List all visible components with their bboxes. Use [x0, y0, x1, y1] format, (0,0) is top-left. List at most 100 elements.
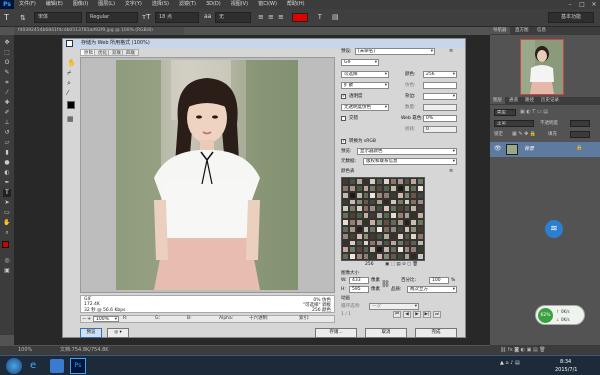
path-select-tool-icon[interactable]: ➤	[3, 199, 11, 207]
marquee-tool-icon[interactable]: ⬚	[3, 49, 11, 57]
interlaced-checkbox[interactable]	[341, 116, 346, 121]
wifi-overlay-icon[interactable]: ≋	[545, 220, 563, 238]
color-swatch[interactable]	[342, 191, 349, 199]
color-swatch[interactable]	[348, 205, 356, 213]
color-swatch[interactable]	[417, 246, 424, 254]
color-swatch[interactable]	[369, 225, 377, 233]
menu-file[interactable]: 文件(F)	[14, 0, 41, 9]
color-swatch[interactable]	[410, 253, 418, 260]
color-swatch[interactable]	[362, 178, 370, 185]
tab-histogram[interactable]: 直方图	[512, 27, 532, 34]
color-swatch[interactable]	[396, 232, 404, 240]
preview-button[interactable]: 预览	[80, 328, 102, 338]
color-swatch[interactable]	[383, 239, 390, 247]
dither-input[interactable]	[423, 82, 457, 89]
color-swatch[interactable]	[410, 178, 418, 185]
color-swatch[interactable]	[348, 178, 356, 185]
color-swatch[interactable]	[410, 205, 418, 213]
character-panel-icon[interactable]: ▤	[332, 13, 339, 21]
move-tool-icon[interactable]: ✥	[3, 39, 11, 47]
height-input[interactable]: 595	[349, 286, 369, 293]
percent-input[interactable]: 100	[429, 277, 449, 284]
color-swatch[interactable]	[389, 198, 397, 206]
color-swatch[interactable]	[369, 232, 377, 240]
color-swatch[interactable]	[417, 253, 424, 260]
type-tool-icon[interactable]: T	[3, 189, 11, 197]
color-swatch[interactable]	[403, 225, 411, 233]
color-swatch[interactable]	[383, 198, 390, 206]
color-swatch[interactable]	[396, 253, 404, 260]
color-swatch[interactable]	[389, 225, 397, 233]
color-swatch[interactable]	[417, 239, 424, 247]
layer-filter-icons[interactable]: ▣ ◐ T ▭ ▤	[520, 109, 590, 116]
tab-navigator[interactable]: 导航器	[490, 27, 510, 34]
hand-tool-icon[interactable]: ✋	[67, 59, 76, 67]
menu-view[interactable]: 视图(V)	[226, 0, 253, 9]
color-swatch[interactable]	[403, 239, 411, 247]
color-swatch[interactable]	[389, 239, 397, 247]
color-swatch[interactable]	[403, 232, 411, 240]
color-swatch[interactable]	[369, 253, 377, 260]
color-swatch[interactable]	[376, 225, 383, 233]
color-swatch[interactable]	[403, 191, 411, 199]
color-table-grid[interactable]	[341, 177, 425, 261]
amount-input[interactable]	[423, 104, 457, 111]
width-input[interactable]: 433	[349, 277, 369, 284]
color-swatch[interactable]	[355, 205, 363, 213]
prev-frame-icon[interactable]: ◀	[403, 311, 411, 318]
color-swatch[interactable]	[403, 198, 411, 206]
eyedropper-icon[interactable]: ⁄	[67, 89, 68, 97]
color-swatch[interactable]	[342, 205, 349, 213]
color-table-actions-icons[interactable]: ▣ ⬚ ▤ ⊘ ◻ 🗑	[385, 262, 418, 267]
lock-icons[interactable]: ▦ ✎ ✥ 🔒	[512, 131, 536, 138]
eraser-tool-icon[interactable]: ▱	[3, 139, 11, 147]
clock-time[interactable]: 8:34	[560, 359, 571, 365]
color-swatch[interactable]	[369, 246, 377, 254]
matte-select[interactable]	[423, 93, 457, 100]
color-swatch[interactable]	[348, 184, 356, 192]
dither-algorithm-select[interactable]: 扩散	[341, 82, 389, 89]
color-swatch[interactable]	[348, 253, 356, 260]
color-swatch[interactable]	[362, 232, 370, 240]
color-swatch[interactable]	[342, 178, 349, 185]
minimize-icon[interactable]: –	[564, 0, 576, 9]
color-swatch[interactable]	[389, 191, 397, 199]
color-swatch[interactable]	[417, 219, 424, 226]
color-swatch[interactable]	[389, 253, 397, 260]
color-swatch[interactable]	[342, 212, 349, 219]
zoom-in-icon[interactable]: +	[87, 316, 91, 322]
color-swatch[interactable]	[410, 232, 418, 240]
first-frame-icon[interactable]: ⏮	[393, 311, 401, 318]
web-snap-input[interactable]: 0%	[423, 115, 457, 122]
shape-tool-icon[interactable]: ▭	[3, 209, 11, 217]
color-swatch[interactable]	[410, 191, 418, 199]
color-swatch[interactable]	[369, 198, 377, 206]
color-swatch[interactable]	[417, 212, 424, 219]
layer-kind-filter[interactable]: 类型	[494, 109, 516, 116]
menu-edit[interactable]: 编辑(E)	[41, 0, 68, 9]
tab-channels[interactable]: 通道	[506, 97, 521, 104]
antialias-select[interactable]: 无	[215, 12, 251, 23]
color-swatch[interactable]	[383, 205, 390, 213]
color-swatch[interactable]	[396, 219, 404, 226]
menu-window[interactable]: 窗口(W)	[253, 0, 282, 9]
toggle-slices-icon[interactable]: ▦	[67, 115, 74, 123]
color-swatch[interactable]	[355, 246, 363, 254]
color-swatch[interactable]	[410, 198, 418, 206]
color-swatch[interactable]	[355, 191, 363, 199]
color-swatch[interactable]	[342, 246, 349, 254]
done-button[interactable]: 完成	[415, 328, 457, 338]
tab-paths[interactable]: 路径	[522, 97, 537, 104]
color-swatch[interactable]	[342, 253, 349, 260]
ie-icon[interactable]: e	[30, 359, 44, 373]
colors-select[interactable]: 256	[423, 71, 457, 78]
color-swatch[interactable]	[410, 225, 418, 233]
foreground-color[interactable]	[2, 241, 9, 248]
blend-mode-select[interactable]: 正常	[494, 120, 534, 127]
loop-select[interactable]: 一次	[369, 303, 419, 310]
color-swatch[interactable]	[362, 184, 370, 192]
color-swatch[interactable]	[403, 212, 411, 219]
color-swatch[interactable]	[403, 253, 411, 260]
color-swatch[interactable]	[389, 205, 397, 213]
quality-select[interactable]: 两次立方	[407, 286, 457, 293]
